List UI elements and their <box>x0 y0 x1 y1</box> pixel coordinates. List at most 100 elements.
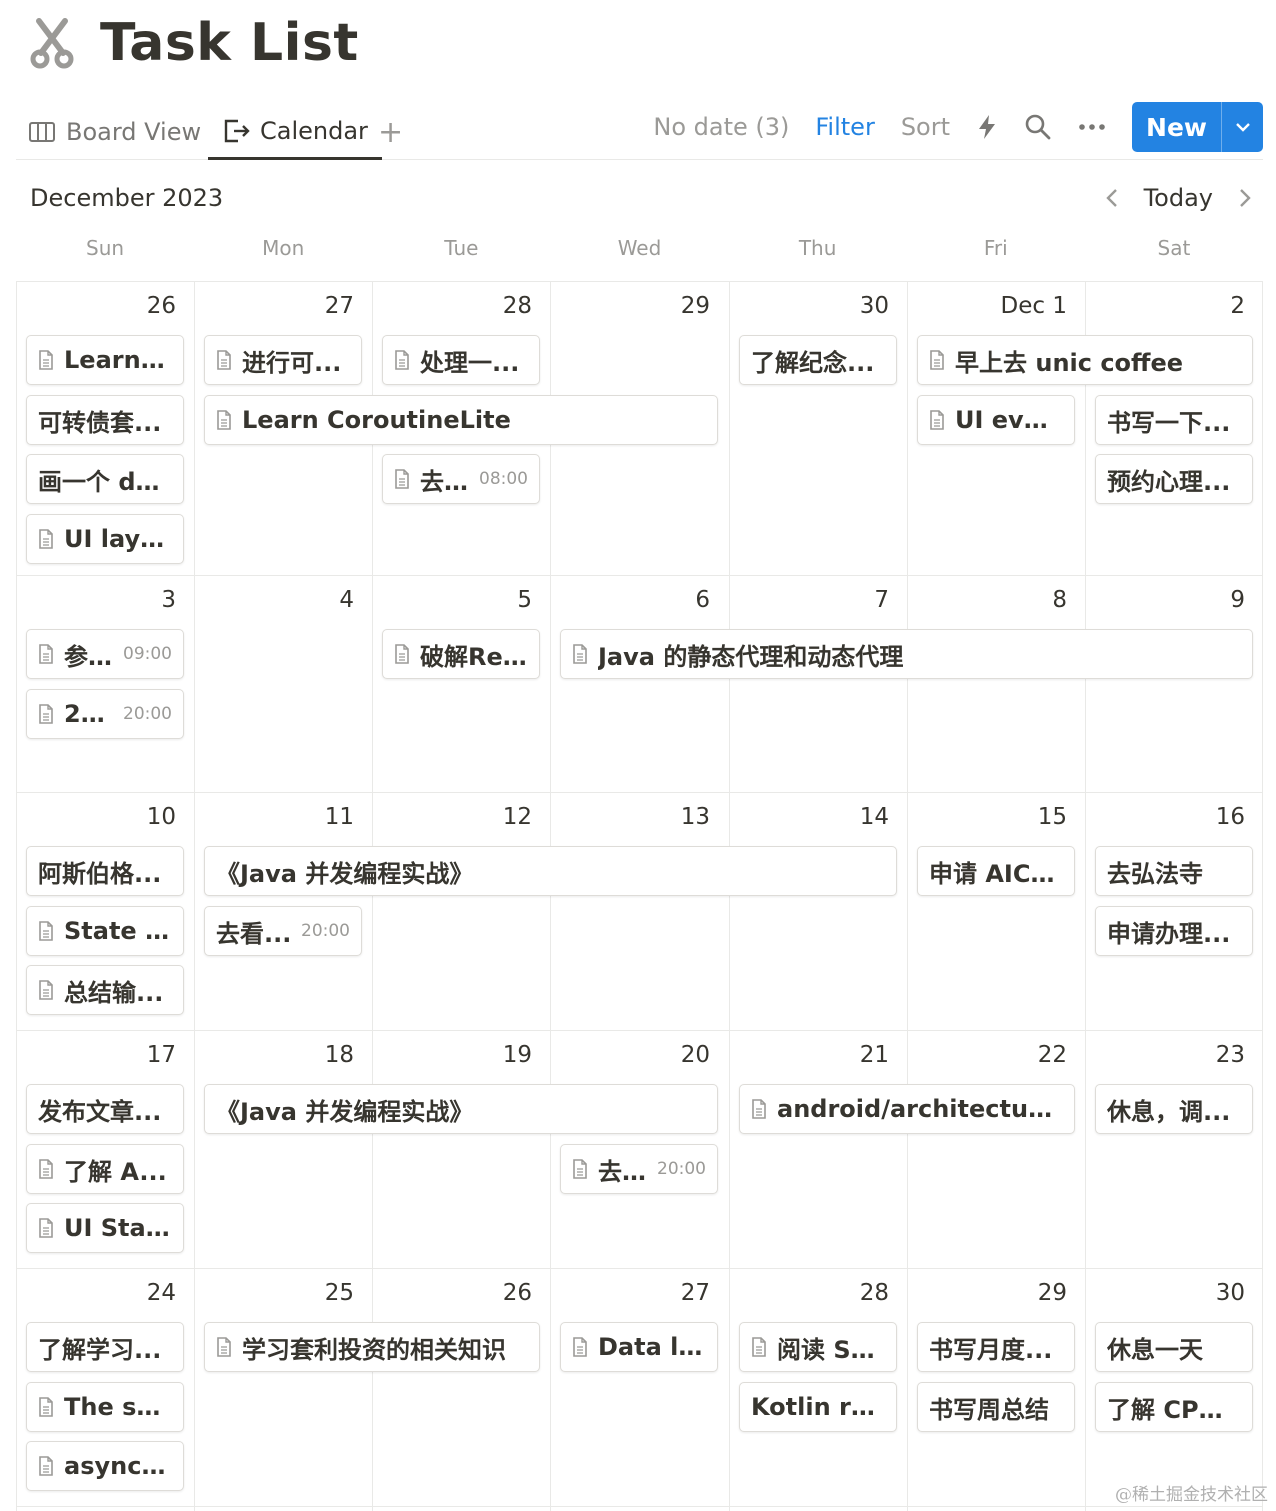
event-card[interactable]: 休息，调... <box>1095 1084 1253 1134</box>
event-card[interactable]: 去看... 20:00 <box>204 906 362 956</box>
event-card[interactable]: 去... 20:00 <box>560 1144 718 1194</box>
event-card[interactable]: 画一个 dp... <box>26 454 184 504</box>
day-number[interactable]: 23 <box>1085 1042 1245 1068</box>
day-number[interactable]: 2 <box>1085 293 1245 319</box>
event-card[interactable]: 去... 08:00 <box>382 454 540 504</box>
sort-button[interactable]: Sort <box>901 113 950 141</box>
event-card[interactable]: 早上去 unic coffee <box>917 335 1253 385</box>
day-number[interactable]: 6 <box>550 587 710 613</box>
event-title: Kotlin reifi... <box>751 1393 885 1421</box>
day-number[interactable]: 8 <box>907 587 1067 613</box>
event-card[interactable]: 可转债套... <box>26 395 184 445</box>
day-number[interactable]: 12 <box>372 804 532 830</box>
day-number[interactable]: 4 <box>194 587 354 613</box>
day-number[interactable]: 7 <box>729 587 889 613</box>
day-number[interactable]: 27 <box>194 293 354 319</box>
day-number[interactable]: 29 <box>550 293 710 319</box>
filter-button[interactable]: Filter <box>815 113 874 141</box>
day-number[interactable]: 18 <box>194 1042 354 1068</box>
event-card[interactable]: 进行可... <box>204 335 362 385</box>
week-divider <box>16 1268 1263 1269</box>
event-card[interactable]: UI Stat... <box>26 1203 184 1253</box>
event-card[interactable]: Data la... <box>560 1322 718 1372</box>
day-number[interactable]: 21 <box>729 1042 889 1068</box>
event-card[interactable]: async a... <box>26 1441 184 1491</box>
tab-calendar[interactable]: Calendar <box>208 104 382 160</box>
day-number[interactable]: 15 <box>907 804 1067 830</box>
day-number[interactable]: 19 <box>372 1042 532 1068</box>
day-number[interactable]: 30 <box>729 293 889 319</box>
day-number[interactable]: 30 <box>1085 1280 1245 1306</box>
database-toolbar: No date (3) Filter Sort New <box>653 102 1263 152</box>
event-card[interactable]: 总结输... <box>26 965 184 1015</box>
page-doc-icon <box>751 1099 767 1119</box>
add-view-button[interactable]: + <box>378 104 403 160</box>
day-number[interactable]: 22 <box>907 1042 1067 1068</box>
today-button[interactable]: Today <box>1144 184 1213 212</box>
new-dropdown-chevron-icon[interactable] <box>1221 102 1263 152</box>
day-number[interactable]: 16 <box>1085 804 1245 830</box>
day-number[interactable]: 26 <box>372 1280 532 1306</box>
day-number[interactable]: 29 <box>907 1280 1067 1306</box>
event-card[interactable]: 《Java 并发编程实战》 <box>204 846 897 896</box>
event-card[interactable]: 了解学习... <box>26 1322 184 1372</box>
event-card[interactable]: 书写一下... <box>1095 395 1253 445</box>
event-card[interactable]: Learn CoroutineLite <box>204 395 718 445</box>
event-card[interactable]: 申请 AICo... <box>917 846 1075 896</box>
new-button[interactable]: New <box>1132 102 1221 152</box>
day-number[interactable]: 11 <box>194 804 354 830</box>
event-card[interactable]: 申请办理... <box>1095 906 1253 956</box>
event-card[interactable]: 处理一... <box>382 335 540 385</box>
no-date-button[interactable]: No date (3) <box>653 113 789 141</box>
day-number[interactable]: Dec 1 <box>907 293 1067 319</box>
event-card[interactable]: 发布文章... <box>26 1084 184 1134</box>
automation-lightning-icon[interactable] <box>976 113 998 141</box>
event-card[interactable]: 去弘法寺 <box>1095 846 1253 896</box>
event-card[interactable]: 参... 09:00 <box>26 629 184 679</box>
next-month-chevron-icon[interactable] <box>1227 180 1263 216</box>
event-card[interactable]: 《Java 并发编程实战》 <box>204 1084 718 1134</box>
search-icon[interactable] <box>1024 113 1052 141</box>
page-title[interactable]: Task List <box>100 13 359 73</box>
day-number[interactable]: 28 <box>729 1280 889 1306</box>
day-number[interactable]: 13 <box>550 804 710 830</box>
day-number[interactable]: 28 <box>372 293 532 319</box>
new-button-group: New <box>1132 102 1263 152</box>
event-card[interactable]: 20... 20:00 <box>26 689 184 739</box>
more-options-icon[interactable] <box>1078 122 1106 132</box>
day-number[interactable]: 17 <box>16 1042 176 1068</box>
event-card[interactable]: 破解Re... <box>382 629 540 679</box>
day-number[interactable]: 3 <box>16 587 176 613</box>
event-card[interactable]: UI laye... <box>26 514 184 564</box>
day-number[interactable]: 9 <box>1085 587 1245 613</box>
day-number[interactable]: 20 <box>550 1042 710 1068</box>
event-card[interactable]: 了解纪念... <box>739 335 897 385</box>
day-number[interactable]: 5 <box>372 587 532 613</box>
event-card[interactable]: State h... <box>26 906 184 956</box>
event-card[interactable]: 学习套利投资的相关知识 <box>204 1322 540 1372</box>
event-card[interactable]: Kotlin reifi... <box>739 1382 897 1432</box>
event-card[interactable]: 休息一天 <box>1095 1322 1253 1372</box>
previous-month-chevron-icon[interactable] <box>1094 180 1130 216</box>
event-card[interactable]: 了解 A... <box>26 1144 184 1194</box>
event-card[interactable]: 预约心理... <box>1095 454 1253 504</box>
tab-board-view[interactable]: Board View <box>28 104 201 160</box>
event-card[interactable]: The sus... <box>26 1382 184 1432</box>
event-card[interactable]: 书写周总结 <box>917 1382 1075 1432</box>
scissors-icon[interactable] <box>28 13 76 73</box>
event-card[interactable]: Java 的静态代理和动态代理 <box>560 629 1253 679</box>
day-number[interactable]: 24 <box>16 1280 176 1306</box>
event-card[interactable]: 阅读 Sk... <box>739 1322 897 1372</box>
day-number[interactable]: 27 <box>550 1280 710 1306</box>
day-number[interactable]: 25 <box>194 1280 354 1306</box>
event-title: 了解 A... <box>64 1157 167 1186</box>
day-number[interactable]: 14 <box>729 804 889 830</box>
event-card[interactable]: android/architecture-sa... <box>739 1084 1075 1134</box>
event-card[interactable]: Learn C... <box>26 335 184 385</box>
event-card[interactable]: UI even... <box>917 395 1075 445</box>
event-card[interactable]: 书写月度... <box>917 1322 1075 1372</box>
day-number[interactable]: 10 <box>16 804 176 830</box>
day-number[interactable]: 26 <box>16 293 176 319</box>
event-card[interactable]: 了解 CPU ... <box>1095 1382 1253 1432</box>
event-card[interactable]: 阿斯伯格... <box>26 846 184 896</box>
